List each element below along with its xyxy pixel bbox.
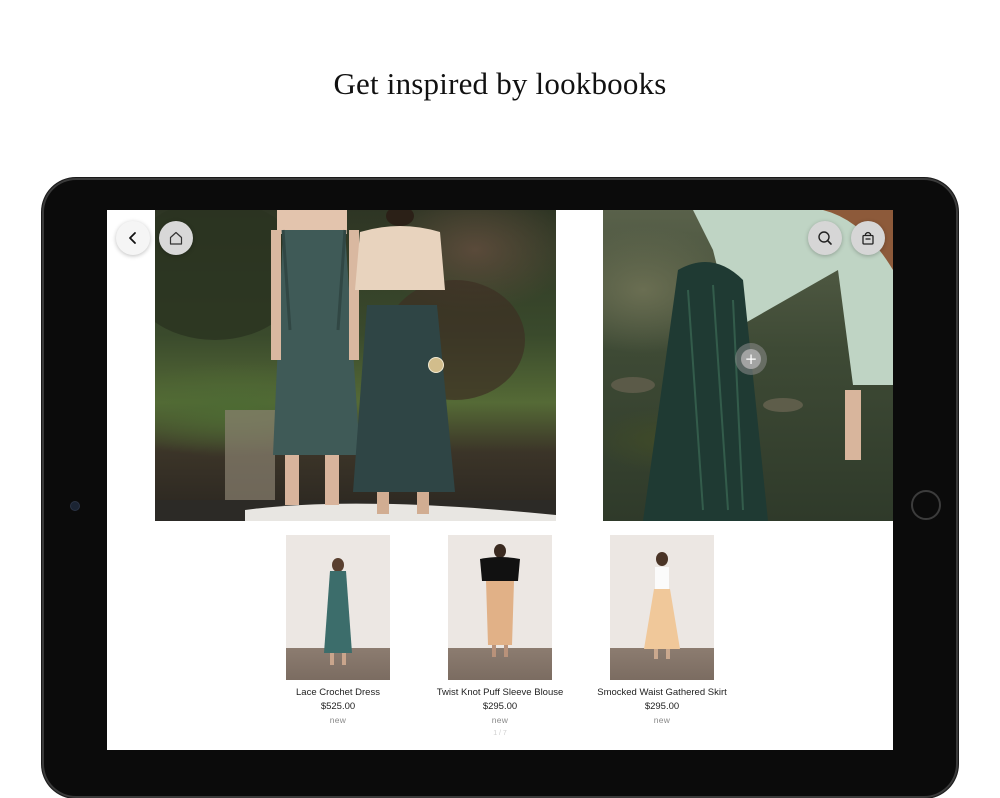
product-price: $525.00: [320, 701, 356, 712]
product-name[interactable]: Twist Knot Puff Sleeve Blouse: [430, 687, 570, 698]
search-icon: [818, 231, 832, 245]
product-card[interactable]: Smocked Waist Gathered Skirt $295.00 new: [592, 535, 732, 725]
product-hotspot-plus[interactable]: +: [735, 343, 767, 375]
product-badge: new: [491, 715, 509, 725]
lookbook-photo-left-art: [155, 210, 556, 521]
tablet-camera: [71, 502, 79, 510]
shopping-bag-icon: [862, 231, 874, 245]
back-button[interactable]: [116, 221, 150, 255]
product-badge: new: [653, 715, 671, 725]
home-button[interactable]: [159, 221, 193, 255]
product-price: $295.00: [644, 701, 680, 712]
product-image[interactable]: [286, 535, 390, 680]
shopping-bag-button[interactable]: [851, 221, 885, 255]
product-badge: new: [329, 715, 347, 725]
product-image[interactable]: [448, 535, 552, 680]
product-price: $295.00: [482, 701, 518, 712]
lookbook-pager: 1 / 7: [493, 730, 507, 737]
home-icon: [169, 231, 183, 245]
page-headline: Get inspired by lookbooks: [333, 66, 667, 101]
product-hotspot-dot[interactable]: [428, 357, 444, 373]
product-image[interactable]: [610, 535, 714, 680]
product-card[interactable]: Twist Knot Puff Sleeve Blouse $295.00 ne…: [430, 535, 570, 725]
chevron-left-icon: [129, 232, 136, 244]
app-screen: + Lace Crochet Dress $525.00 new Twist K…: [107, 210, 893, 750]
plus-icon: +: [741, 349, 761, 369]
product-name[interactable]: Smocked Waist Gathered Skirt: [592, 687, 732, 698]
product-name[interactable]: Lace Crochet Dress: [268, 687, 408, 698]
product-card[interactable]: Lace Crochet Dress $525.00 new: [268, 535, 408, 725]
tablet-home-button: [911, 490, 941, 520]
product-photo-crochet-dress: [324, 558, 352, 665]
search-button[interactable]: [808, 221, 842, 255]
lookbook-photo-left[interactable]: [155, 210, 556, 521]
product-photo-puff-blouse: [480, 544, 520, 657]
product-photo-gathered-skirt: [644, 552, 680, 659]
